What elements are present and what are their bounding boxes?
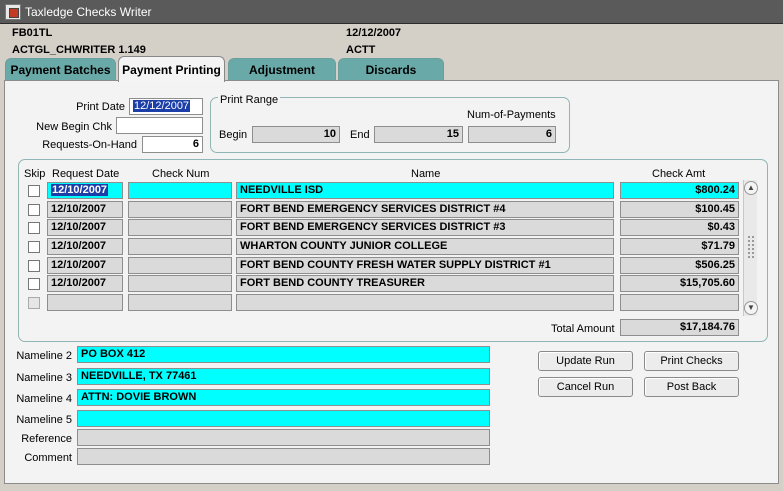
header-user: ACTT <box>346 44 376 56</box>
name-cell[interactable]: NEEDVILLE ISD <box>236 182 614 199</box>
tab-payment-batches[interactable]: Payment Batches <box>5 58 116 80</box>
new-begin-chk-field[interactable] <box>116 117 203 134</box>
request-date-value: 12/10/2007 <box>51 184 109 196</box>
print-date-field[interactable]: 12/12/2007 <box>129 98 203 115</box>
header-date: 12/12/2007 <box>346 27 402 39</box>
check-num-cell[interactable] <box>128 275 232 292</box>
nameline2-field[interactable]: PO BOX 412 <box>77 346 490 363</box>
check-amt-cell[interactable]: $506.25 <box>620 257 739 274</box>
num-payments-field[interactable]: 6 <box>468 126 556 143</box>
check-amt-cell[interactable] <box>620 294 739 311</box>
num-payments-label: Num-of-Payments <box>467 109 556 121</box>
skip-checkbox[interactable] <box>28 204 40 216</box>
header-skip: Skip <box>24 168 46 180</box>
table-scrollbar[interactable]: ▲ ▼ <box>743 180 758 316</box>
nameline3-label: Nameline 3 <box>16 372 72 384</box>
header-module: ACTGL_CHWRITER 1.149 <box>12 44 146 56</box>
update-run-button[interactable]: Update Run <box>538 351 633 371</box>
check-num-cell[interactable] <box>128 201 232 218</box>
check-amt-cell[interactable]: $800.24 <box>620 182 739 199</box>
header-code: FB01TL <box>12 27 53 39</box>
header-name: Name <box>411 168 441 180</box>
name-cell[interactable]: FORT BEND EMERGENCY SERVICES DISTRICT #4 <box>236 201 614 218</box>
nameline5-field[interactable] <box>77 410 490 427</box>
name-cell[interactable]: WHARTON COUNTY JUNIOR COLLEGE <box>236 238 614 255</box>
name-cell[interactable]: FORT BEND COUNTY TREASURER <box>236 275 614 292</box>
request-date-cell[interactable]: 12/10/2007 <box>47 238 123 255</box>
tab-adjustment[interactable]: Adjustment <box>228 58 336 80</box>
check-num-cell[interactable] <box>128 219 232 236</box>
check-amt-cell[interactable]: $71.79 <box>620 238 739 255</box>
cancel-run-button[interactable]: Cancel Run <box>538 377 633 397</box>
app-icon <box>5 3 21 20</box>
skip-checkbox[interactable] <box>28 222 40 234</box>
window-title: Taxledge Checks Writer <box>25 4 152 19</box>
total-amount-label: Total Amount <box>551 323 615 335</box>
nameline2-label: Nameline 2 <box>16 350 72 362</box>
post-back-button[interactable]: Post Back <box>644 377 739 397</box>
header-check-amt: Check Amt <box>652 168 706 180</box>
request-date-cell[interactable]: 12/10/2007 <box>47 201 123 218</box>
name-cell[interactable] <box>236 294 614 311</box>
end-field[interactable]: 15 <box>374 126 463 143</box>
print-checks-button[interactable]: Print Checks <box>644 351 739 371</box>
requests-on-hand-field[interactable]: 6 <box>142 136 203 153</box>
skip-checkbox[interactable] <box>28 260 40 272</box>
tab-discards[interactable]: Discards <box>338 58 444 80</box>
skip-checkbox[interactable] <box>28 297 40 309</box>
print-range-label: Print Range <box>218 94 281 106</box>
request-date-cell[interactable]: 12/10/2007 <box>47 275 123 292</box>
check-amt-cell[interactable]: $0.43 <box>620 219 739 236</box>
comment-label: Comment <box>24 452 72 464</box>
request-date-cell[interactable]: 12/10/2007 <box>47 257 123 274</box>
nameline4-label: Nameline 4 <box>16 393 72 405</box>
reference-label: Reference <box>21 433 72 445</box>
check-num-cell[interactable] <box>128 238 232 255</box>
name-cell[interactable]: FORT BEND EMERGENCY SERVICES DISTRICT #3 <box>236 219 614 236</box>
print-date-label: Print Date <box>76 101 125 113</box>
title-bar: Taxledge Checks Writer <box>0 0 783 24</box>
header-request-date: Request Date <box>52 168 120 180</box>
check-num-cell[interactable] <box>128 294 232 311</box>
print-date-value: 12/12/2007 <box>133 100 191 112</box>
comment-field[interactable] <box>77 448 490 465</box>
skip-checkbox[interactable] <box>28 278 40 290</box>
header-check-num: Check Num <box>152 168 210 180</box>
nameline3-field[interactable]: NEEDVILLE, TX 77461 <box>77 368 490 385</box>
request-date-cell[interactable] <box>47 294 123 311</box>
begin-label: Begin <box>219 129 248 141</box>
check-num-cell[interactable] <box>128 182 232 199</box>
reference-field[interactable] <box>77 429 490 446</box>
new-begin-chk-label: New Begin Chk <box>36 121 112 133</box>
nameline5-label: Nameline 5 <box>16 414 72 426</box>
requests-on-hand-label: Requests-On-Hand <box>42 139 137 151</box>
name-cell[interactable]: FORT BEND COUNTY FRESH WATER SUPPLY DIST… <box>236 257 614 274</box>
request-date-cell[interactable]: 12/10/2007 <box>47 219 123 236</box>
request-date-cell[interactable]: 12/10/2007 <box>47 182 123 199</box>
scroll-down-icon[interactable]: ▼ <box>744 301 758 315</box>
check-amt-cell[interactable]: $15,705.60 <box>620 275 739 292</box>
skip-checkbox[interactable] <box>28 241 40 253</box>
scroll-grip-icon[interactable] <box>748 236 754 258</box>
tab-payment-printing[interactable]: Payment Printing <box>118 56 225 82</box>
total-amount-field[interactable]: $17,184.76 <box>620 319 739 336</box>
check-amt-cell[interactable]: $100.45 <box>620 201 739 218</box>
begin-field[interactable]: 10 <box>252 126 340 143</box>
nameline4-field[interactable]: ATTN: DOVIE BROWN <box>77 389 490 406</box>
skip-checkbox[interactable] <box>28 185 40 197</box>
scroll-up-icon[interactable]: ▲ <box>744 181 758 195</box>
check-num-cell[interactable] <box>128 257 232 274</box>
end-label: End <box>350 129 370 141</box>
